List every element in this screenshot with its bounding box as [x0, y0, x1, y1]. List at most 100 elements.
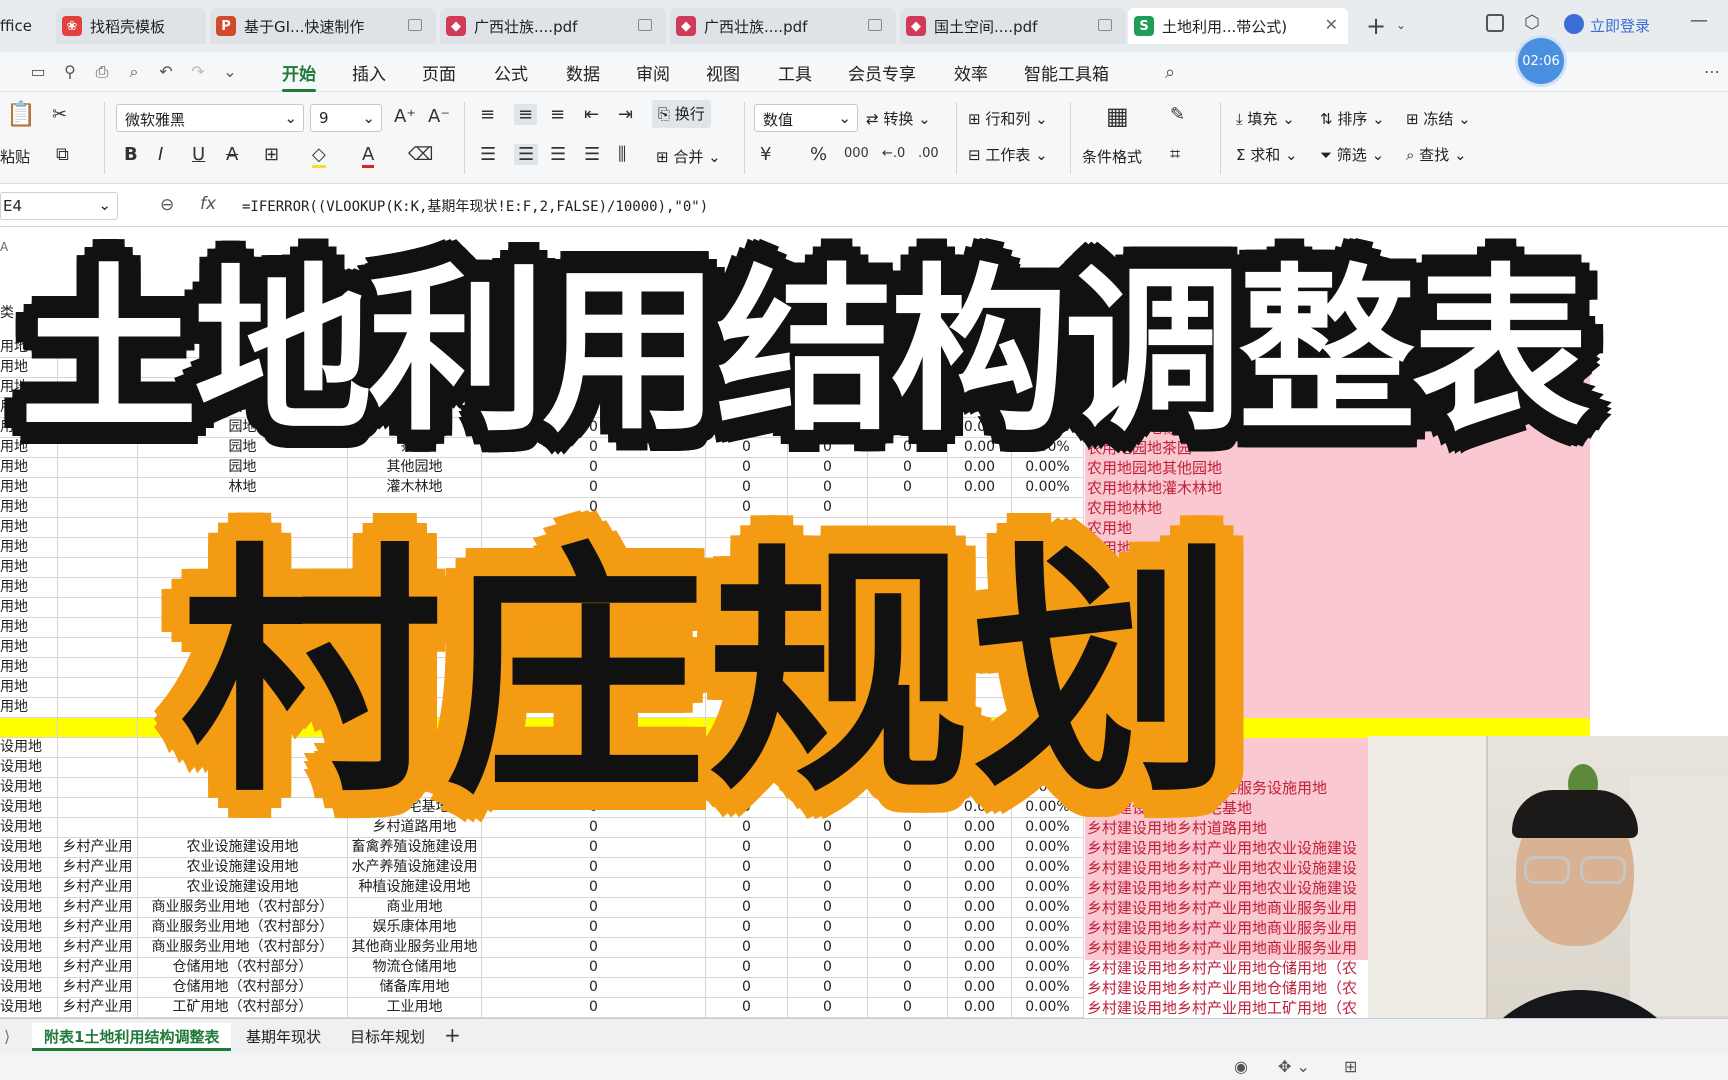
menu-member[interactable]: 会员专享: [848, 60, 916, 85]
cube-icon[interactable]: ⬡: [1524, 12, 1540, 33]
percent-button[interactable]: %: [810, 144, 827, 165]
table-cell[interactable]: 0: [482, 998, 706, 1018]
indent-increase-icon[interactable]: ⇥: [618, 104, 633, 125]
border-icon[interactable]: ⊞: [264, 144, 279, 165]
print-icon[interactable]: ⎙: [92, 62, 112, 82]
table-cell[interactable]: 0: [706, 838, 788, 858]
distribute-icon[interactable]: ⫼: [618, 144, 626, 165]
table-cell[interactable]: 0: [788, 898, 868, 918]
table-cell[interactable]: 0.00%: [1012, 898, 1084, 918]
table-cell[interactable]: 乡村产业用: [58, 838, 138, 858]
table-cell[interactable]: [58, 598, 138, 618]
table-cell[interactable]: 0: [482, 918, 706, 938]
helper-key-cell[interactable]: 乡村建设用地乡村产业用地商业服务业用: [1087, 918, 1357, 938]
table-cell[interactable]: [58, 758, 138, 778]
crop-icon[interactable]: ⌗: [1170, 144, 1180, 165]
fill-button[interactable]: ⤓ 填充 ⌄: [1236, 108, 1295, 129]
table-cell[interactable]: 设用地: [0, 998, 58, 1018]
table-cell[interactable]: [58, 818, 138, 838]
clear-format-icon[interactable]: ⌫: [408, 144, 433, 165]
tab-sheet-active[interactable]: S 土地利用...带公式) ✕: [1128, 8, 1348, 44]
move-icon[interactable]: ✥ ⌄: [1278, 1057, 1310, 1076]
table-cell[interactable]: 商业服务业用地（农村部分）: [138, 918, 348, 938]
table-cell[interactable]: 乡村产业用: [58, 918, 138, 938]
increase-font-icon[interactable]: A⁺: [394, 106, 416, 127]
table-cell[interactable]: 用地: [0, 498, 58, 518]
table-cell[interactable]: 工业用地: [348, 998, 482, 1018]
cell-style-icon[interactable]: ✎: [1170, 104, 1185, 125]
table-cell[interactable]: 商业服务业用地（农村部分）: [138, 898, 348, 918]
table-cell[interactable]: 工矿用地（农村部分）: [138, 998, 348, 1018]
menu-efficiency[interactable]: 效率: [954, 60, 988, 85]
add-sheet-icon[interactable]: +: [444, 1023, 461, 1047]
table-cell[interactable]: 用地: [0, 538, 58, 558]
more-icon[interactable]: ⋯: [1702, 62, 1722, 82]
table-cell[interactable]: 其他商业服务业用地: [348, 938, 482, 958]
menu-tools[interactable]: 工具: [778, 60, 812, 85]
panel-icon[interactable]: [1486, 14, 1504, 32]
tab-pdf-1[interactable]: ◆ 广西壮族....pdf: [440, 8, 666, 44]
table-cell[interactable]: 0: [868, 918, 948, 938]
format-painter-icon[interactable]: ⧉: [56, 144, 69, 165]
table-cell[interactable]: 乡村产业用: [58, 998, 138, 1018]
table-cell[interactable]: 设用地: [0, 918, 58, 938]
table-cell[interactable]: [0, 718, 58, 738]
align-bottom-icon[interactable]: ≡: [550, 104, 565, 125]
menu-page[interactable]: 页面: [422, 60, 456, 85]
tab-office[interactable]: ffice: [0, 8, 54, 44]
table-cell[interactable]: 娱乐康体用地: [348, 918, 482, 938]
align-top-icon[interactable]: ≡: [480, 104, 495, 125]
table-cell[interactable]: 设用地: [0, 778, 58, 798]
table-cell[interactable]: 0.00: [948, 838, 1012, 858]
table-cell[interactable]: 种植设施建设用地: [348, 878, 482, 898]
table-cell[interactable]: 0: [868, 898, 948, 918]
row-col-button[interactable]: ⊞ 行和列 ⌄: [968, 108, 1048, 129]
tab-pdf-3[interactable]: ◆ 国土空间....pdf: [900, 8, 1126, 44]
strikethrough-icon[interactable]: A: [226, 144, 238, 165]
table-cell[interactable]: [58, 578, 138, 598]
table-cell[interactable]: [58, 738, 138, 758]
sheet-tab-base-year[interactable]: 基期年现状: [234, 1023, 333, 1051]
table-cell[interactable]: 商业服务业用地（农村部分）: [138, 938, 348, 958]
menu-view[interactable]: 视图: [706, 60, 740, 85]
table-cell[interactable]: 用地: [0, 598, 58, 618]
table-cell[interactable]: 0.00: [948, 918, 1012, 938]
table-cell[interactable]: 0: [482, 878, 706, 898]
currency-button[interactable]: ¥: [760, 144, 771, 165]
table-cell[interactable]: [58, 678, 138, 698]
table-cell[interactable]: 0: [482, 898, 706, 918]
eye-icon[interactable]: ◉: [1234, 1057, 1248, 1076]
search-icon[interactable]: ⌕: [1160, 62, 1180, 83]
table-cell[interactable]: 用地: [0, 518, 58, 538]
font-name-select[interactable]: 微软雅黑 ⌄: [116, 104, 304, 132]
table-cell[interactable]: 0: [788, 918, 868, 938]
menu-home[interactable]: 开始: [282, 60, 316, 92]
convert-button[interactable]: ⇄ 转换 ⌄: [866, 108, 931, 129]
table-cell[interactable]: 用地: [0, 618, 58, 638]
print-preview-icon[interactable]: ⌕: [124, 62, 144, 82]
table-cell[interactable]: 0: [788, 878, 868, 898]
table-cell[interactable]: 仓储用地（农村部分）: [138, 958, 348, 978]
table-cell[interactable]: 设用地: [0, 738, 58, 758]
table-cell[interactable]: 设用地: [0, 838, 58, 858]
align-center-icon[interactable]: ☰: [514, 144, 539, 165]
table-cell[interactable]: [58, 518, 138, 538]
login-button[interactable]: 立即登录: [1590, 15, 1650, 36]
menu-formula[interactable]: 公式: [494, 60, 528, 85]
table-cell[interactable]: 0: [706, 918, 788, 938]
table-cell[interactable]: 设用地: [0, 818, 58, 838]
table-cell[interactable]: 0: [706, 998, 788, 1018]
table-cell[interactable]: 0: [868, 838, 948, 858]
undo-icon[interactable]: ↶: [156, 62, 176, 82]
sort-button[interactable]: ⇅ 排序 ⌄: [1320, 108, 1385, 129]
menu-insert[interactable]: 插入: [352, 60, 386, 85]
table-cell[interactable]: 0: [706, 878, 788, 898]
table-cell[interactable]: 0.00%: [1012, 978, 1084, 998]
justify-icon[interactable]: ☰: [584, 144, 600, 165]
table-cell[interactable]: 0.00%: [1012, 958, 1084, 978]
align-middle-icon[interactable]: ≡: [514, 104, 538, 125]
table-cell[interactable]: [58, 658, 138, 678]
close-icon[interactable]: ✕: [1325, 15, 1338, 34]
table-cell[interactable]: 0: [868, 958, 948, 978]
table-cell[interactable]: 0: [482, 958, 706, 978]
